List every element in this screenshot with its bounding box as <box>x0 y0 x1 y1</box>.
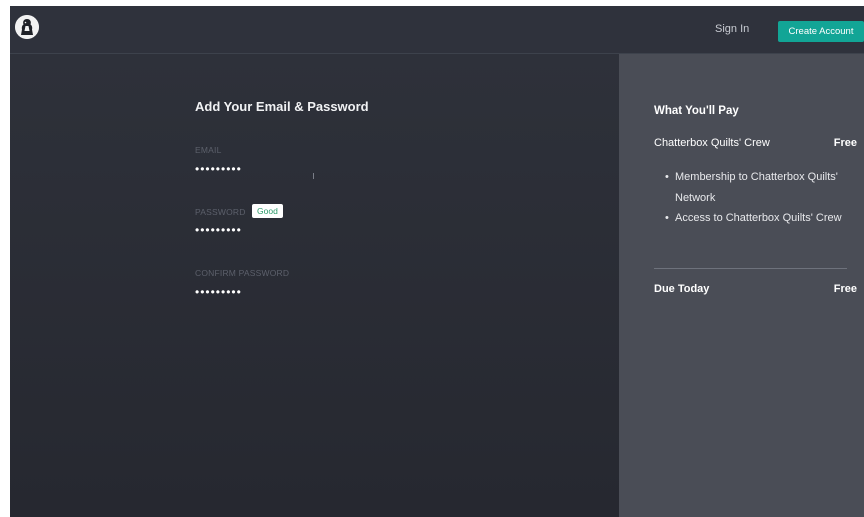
due-today-label: Due Today <box>654 283 710 295</box>
brand-logo-icon[interactable] <box>15 15 39 39</box>
bullet-icon: • <box>665 212 669 224</box>
form-title: Add Your Email & Password <box>195 99 369 114</box>
password-field[interactable]: ••••••••• <box>195 223 242 237</box>
sign-in-link[interactable]: Sign In <box>715 23 749 35</box>
due-today-value: Free <box>833 283 857 295</box>
feature-list: • Membership to Chatterbox Quilts' Networ… <box>665 167 850 229</box>
password-label: PASSWORD <box>195 207 246 217</box>
account-form-panel: Add Your Email & Password EMAIL ••••••••… <box>10 54 619 517</box>
top-navigation-bar: Sign In Create Account <box>10 6 864 54</box>
plan-price: Free <box>833 137 857 149</box>
bullet-icon: • <box>665 171 669 183</box>
feature-text: Membership to Chatterbox Quilts' Network <box>675 171 838 204</box>
email-label: EMAIL <box>195 145 222 155</box>
email-field[interactable]: ••••••••• <box>195 162 242 176</box>
feature-item: • Access to Chatterbox Quilts' Crew <box>665 208 850 229</box>
confirm-password-field[interactable]: ••••••••• <box>195 285 242 299</box>
summary-title: What You'll Pay <box>654 105 739 117</box>
confirm-password-label: CONFIRM PASSWORD <box>195 268 290 278</box>
feature-text: Access to Chatterbox Quilts' Crew <box>675 212 842 224</box>
summary-divider <box>654 268 847 269</box>
plan-name: Chatterbox Quilts' Crew <box>654 137 770 149</box>
create-account-button[interactable]: Create Account <box>778 21 864 42</box>
password-strength-badge: Good <box>252 204 283 218</box>
text-cursor <box>313 173 314 179</box>
app-window: Sign In Create Account Add Your Email & … <box>10 6 864 517</box>
order-summary-panel: What You'll Pay Chatterbox Quilts' Crew … <box>619 54 864 517</box>
feature-item: • Membership to Chatterbox Quilts' Networ… <box>665 167 850 208</box>
